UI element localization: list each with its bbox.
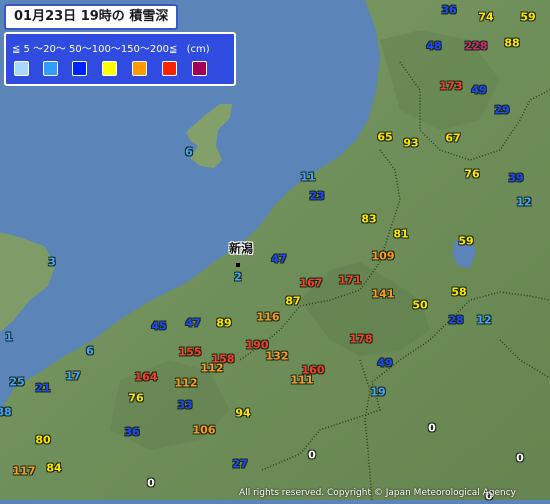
station-value-label: 58	[451, 285, 467, 299]
station-value-label: 84	[46, 461, 62, 475]
legend-swatch	[43, 61, 58, 76]
station-value-label: 36	[124, 425, 140, 439]
station-value-label: 45	[151, 319, 167, 333]
station-value-label: 111	[290, 373, 314, 387]
station-value-label: 19	[370, 385, 386, 399]
legend-unit: (cm)	[186, 44, 210, 55]
station-value-label: 0	[428, 421, 436, 435]
station-value-label: 49	[471, 83, 487, 97]
copyright-notice: All rights reserved. Copyright © Japan M…	[239, 488, 516, 498]
legend-swatch	[14, 61, 29, 76]
station-value-label: 28	[448, 313, 464, 327]
legend: ≦ 5 〜20〜 50〜100〜150〜200≦ (cm)	[4, 32, 236, 86]
station-value-label: 67	[445, 131, 461, 145]
legend-scale-labels: ≦ 5 〜20〜 50〜100〜150〜200≦ (cm)	[12, 40, 210, 55]
station-value-label: 117	[12, 464, 36, 478]
station-value-label: 1	[5, 330, 13, 344]
station-value-label: 173	[439, 79, 463, 93]
station-value-label: 48	[426, 39, 442, 53]
station-value-label: 21	[35, 381, 51, 395]
station-value-label: 88	[0, 405, 12, 419]
legend-range-text: ≦ 5 〜20〜 50〜100〜150〜200≦	[12, 44, 178, 55]
station-value-label: 167	[299, 276, 323, 290]
niigata-city-marker	[236, 263, 240, 267]
legend-swatch	[132, 61, 147, 76]
station-value-label: 17	[65, 369, 81, 383]
station-value-label: 80	[35, 433, 51, 447]
station-value-label: 49	[377, 356, 393, 370]
station-value-label: 6	[86, 344, 94, 358]
legend-swatch	[72, 61, 87, 76]
station-value-label: 2	[234, 270, 242, 284]
station-value-label: 6	[185, 145, 193, 159]
station-value-label: 33	[177, 398, 193, 412]
station-value-label: 23	[309, 189, 325, 203]
station-value-label: 109	[371, 249, 395, 263]
station-value-label: 178	[349, 332, 373, 346]
station-value-label: 3	[48, 255, 56, 269]
station-value-label: 106	[192, 423, 216, 437]
station-value-label: 39	[508, 171, 524, 185]
station-value-label: 83	[361, 212, 377, 226]
station-value-label: 93	[403, 136, 419, 150]
station-value-label: 228	[464, 39, 488, 53]
station-value-label: 12	[516, 195, 532, 209]
legend-swatch	[162, 61, 177, 76]
station-value-label: 164	[134, 370, 158, 384]
station-value-label: 12	[476, 313, 492, 327]
station-value-label: 81	[393, 227, 409, 241]
station-value-label: 27	[232, 457, 248, 471]
station-value-label: 0	[147, 476, 155, 490]
station-value-label: 112	[174, 376, 198, 390]
station-value-label: 50	[412, 298, 428, 312]
station-value-label: 112	[200, 361, 224, 375]
station-value-label: 89	[216, 316, 232, 330]
station-value-label: 25	[9, 375, 25, 389]
station-value-label: 47	[185, 316, 201, 330]
station-value-label: 155	[178, 345, 202, 359]
station-value-label: 88	[504, 36, 520, 50]
station-value-label: 11	[300, 170, 316, 184]
station-value-label: 74	[478, 10, 494, 24]
station-value-label: 0	[516, 451, 524, 465]
station-value-label: 65	[377, 130, 393, 144]
station-value-label: 76	[128, 391, 144, 405]
station-value-label: 116	[256, 310, 280, 324]
station-value-label: 29	[494, 103, 510, 117]
snow-depth-map: 01月23日 19時の 積雪深 ≦ 5 〜20〜 50〜100〜150〜200≦…	[0, 0, 550, 503]
station-value-label: 59	[520, 10, 536, 24]
station-value-label: 171	[338, 273, 362, 287]
station-value-label: 141	[371, 287, 395, 301]
station-value-label: 0	[308, 448, 316, 462]
station-value-label: 94	[235, 406, 251, 420]
legend-swatch	[192, 61, 207, 76]
niigata-city-label: 新潟	[228, 241, 254, 256]
legend-swatch	[102, 61, 117, 76]
map-title: 01月23日 19時の 積雪深	[4, 4, 179, 30]
station-value-label: 47	[271, 252, 287, 266]
station-value-label: 36	[441, 3, 457, 17]
station-value-label: 132	[265, 349, 289, 363]
station-value-label: 59	[458, 234, 474, 248]
station-value-label: 76	[464, 167, 480, 181]
station-value-label: 87	[285, 294, 301, 308]
